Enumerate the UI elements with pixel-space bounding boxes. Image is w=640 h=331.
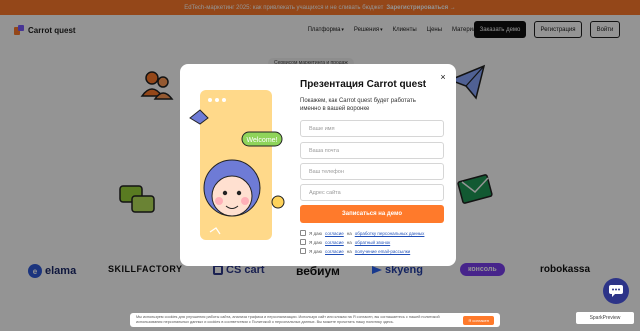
consent-link[interactable]: получение email-рассылки	[355, 249, 410, 254]
consent-mid: на	[346, 248, 352, 254]
chat-icon	[609, 285, 623, 297]
cookie-accept-button[interactable]: Я согласен	[463, 316, 494, 325]
consent-prefix: Я даю	[309, 230, 323, 236]
chat-widget-button[interactable]	[603, 278, 629, 304]
modal-subtitle: Покажем, как Carrot quest будет работать…	[300, 98, 416, 112]
cookie-text: Мы используем cookies для улучшения рабо…	[136, 315, 440, 324]
submit-demo-button[interactable]: Записаться на демо	[300, 205, 444, 223]
close-icon[interactable]: ×	[438, 72, 448, 82]
consent-callback: Я даю согласие на обратный звонок	[300, 239, 390, 245]
consent-prefix: Я даю	[309, 239, 323, 245]
consent-personal-data: Я даю согласие на обработку персональных…	[300, 230, 424, 236]
name-field[interactable]: Ваше имя	[300, 120, 444, 137]
consent-link[interactable]: согласие	[325, 249, 344, 254]
consent-mid: на	[346, 239, 352, 245]
consent-checkbox[interactable]	[300, 239, 306, 245]
consent-link[interactable]: согласие	[325, 231, 344, 236]
cookie-banner: Мы используем cookies для улучшения рабо…	[130, 313, 500, 327]
consent-link[interactable]: обратный звонок	[355, 240, 390, 245]
consent-prefix: Я даю	[309, 248, 323, 254]
consent-checkbox[interactable]	[300, 230, 306, 236]
welcome-illustration: Welcome!	[189, 90, 285, 240]
consent-checkbox[interactable]	[300, 248, 306, 254]
email-field[interactable]: Ваша почта	[300, 142, 444, 159]
consent-email: Я даю согласие на получение email-рассыл…	[300, 248, 410, 254]
consent-mid: на	[346, 230, 352, 236]
welcome-bubble-text: Welcome!	[247, 137, 278, 144]
modal-title: Презентация Carrot quest	[300, 79, 427, 90]
demo-modal: × Welcome! Презентация Carrot quest Пока…	[180, 64, 456, 266]
consent-link[interactable]: согласие	[325, 240, 344, 245]
website-field[interactable]: Адрес сайта	[300, 184, 444, 201]
preview-badge: SparkPreview	[576, 312, 634, 324]
consent-link[interactable]: обработку персональных данных	[355, 231, 425, 236]
phone-field[interactable]: Ваш телефон	[300, 163, 444, 180]
